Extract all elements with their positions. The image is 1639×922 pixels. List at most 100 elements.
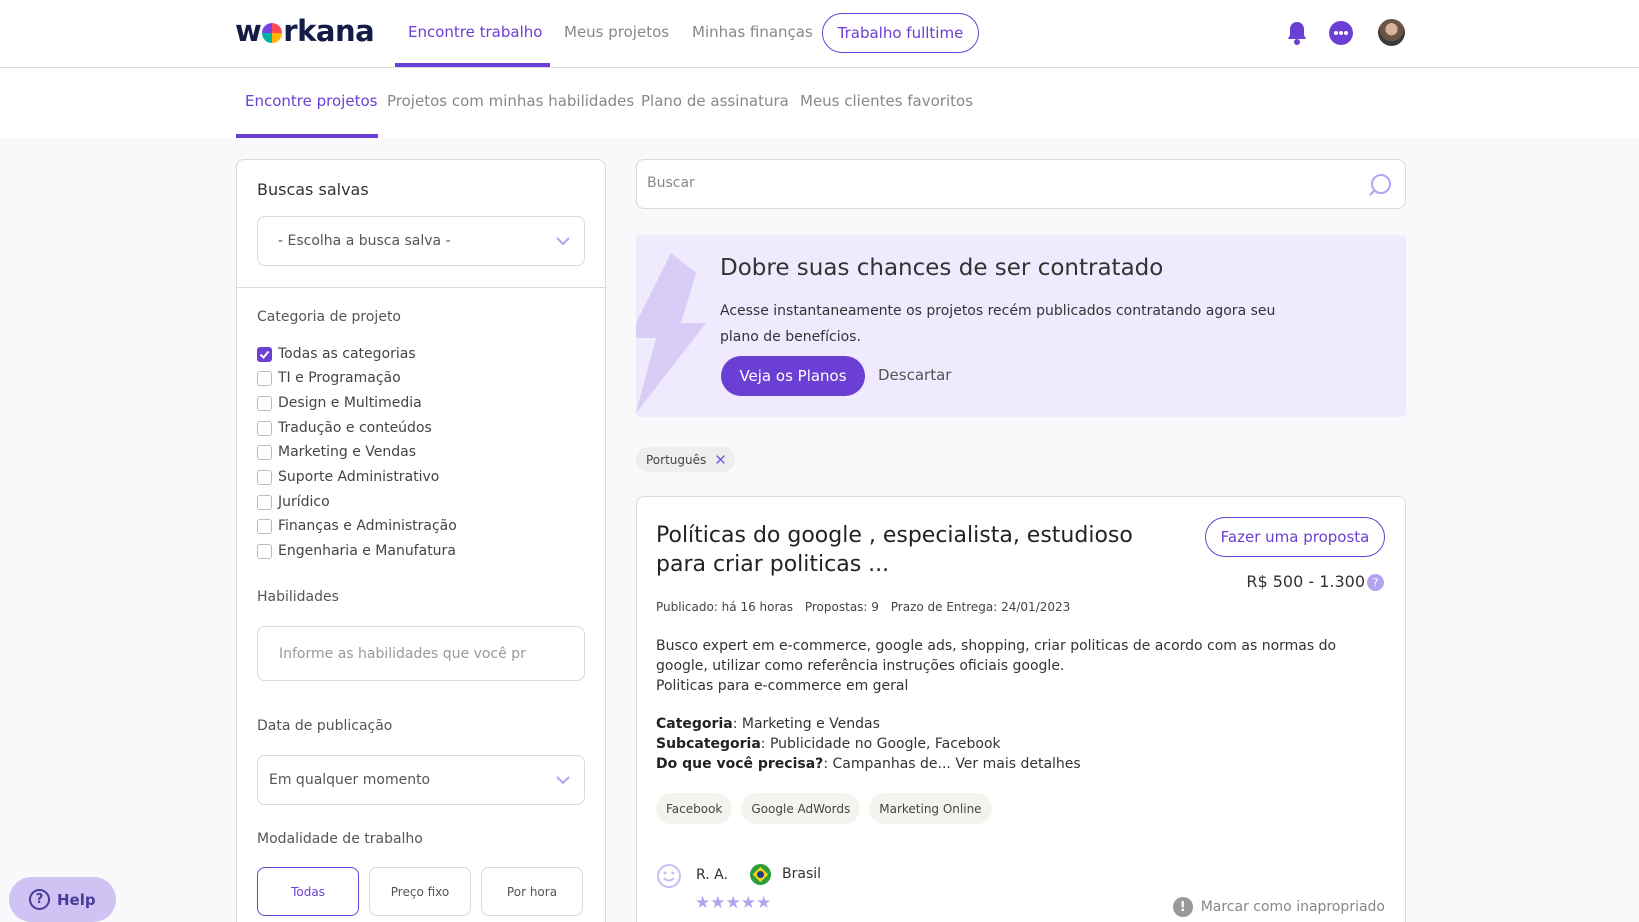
see-plans-button[interactable]: Veja os Planos: [721, 356, 865, 396]
project-price: R$ 500 - 1.300: [1246, 572, 1365, 591]
client-country: Brasil: [782, 866, 822, 882]
smiley-icon: [656, 863, 682, 893]
project-meta: Publicado: há 16 horas Propostas: 9 Praz…: [656, 600, 1078, 614]
category-label-text: Jurídico: [278, 494, 330, 510]
help-button[interactable]: ? Help: [9, 877, 116, 922]
mode-hourly-button[interactable]: Por hora: [481, 867, 583, 916]
saved-search-value: - Escolha a busca salva -: [278, 233, 451, 249]
published-time: Publicado: há 16 horas: [656, 600, 794, 614]
checkbox-icon[interactable]: [257, 420, 272, 436]
skills-input[interactable]: Informe as habilidades que você pr: [257, 626, 585, 681]
delivery-deadline: Prazo de Entrega: 24/01/2023: [890, 600, 1071, 614]
bell-icon[interactable]: [1285, 20, 1309, 50]
search-placeholder: Buscar: [647, 175, 695, 191]
chevron-down-icon: [554, 771, 572, 793]
checkbox-icon[interactable]: [257, 444, 272, 460]
category-checkbox-it[interactable]: TI e Programação: [257, 370, 401, 386]
checkbox-icon[interactable]: [257, 543, 272, 559]
category-label: Categoria de projeto: [257, 309, 401, 325]
category-label-text: Todas as categorias: [278, 346, 416, 362]
question-icon: ?: [29, 889, 50, 910]
need-key: Do que você precisa?: [656, 756, 824, 772]
checkbox-icon[interactable]: [257, 518, 272, 534]
sub-navbar: Encontre projetos Projetos com minhas ha…: [0, 68, 1639, 138]
skill-tag[interactable]: Marketing Online: [869, 793, 992, 824]
rating-stars: ★★★★★: [695, 893, 772, 913]
user-avatar[interactable]: [1378, 19, 1405, 46]
exclamation-icon: !: [1172, 897, 1193, 917]
checkbox-icon[interactable]: [257, 370, 272, 386]
nav-my-finances[interactable]: Minhas finanças: [692, 23, 813, 41]
sidebar-divider: [237, 287, 605, 288]
category-checkbox-design[interactable]: Design e Multimedia: [257, 395, 422, 411]
language-filter-tag: Português ✕: [636, 447, 735, 472]
category-label-text: Design e Multimedia: [278, 395, 422, 411]
tab-subscription-plan[interactable]: Plano de assinatura: [641, 92, 789, 110]
saved-searches-title: Buscas salvas: [257, 180, 369, 199]
checkbox-icon[interactable]: [257, 469, 272, 485]
nav-my-projects[interactable]: Meus projetos: [564, 23, 669, 41]
saved-search-select[interactable]: - Escolha a busca salva -: [257, 216, 585, 266]
category-label-text: Suporte Administrativo: [278, 469, 440, 485]
category-label-text: Engenharia e Manufatura: [278, 543, 456, 559]
search-input[interactable]: Buscar: [636, 159, 1406, 209]
make-proposal-button[interactable]: Fazer uma proposta: [1205, 517, 1385, 557]
chat-icon[interactable]: [1328, 20, 1354, 50]
description-line: Busco expert em e-commerce, google ads, …: [656, 638, 1337, 654]
mode-all-button[interactable]: Todas: [257, 867, 359, 916]
tab-projects-my-skills[interactable]: Projetos com minhas habilidades: [387, 92, 634, 110]
skills-list: Facebook Google AdWords Marketing Online: [656, 793, 992, 824]
search-icon[interactable]: [1367, 172, 1393, 202]
subcategory-key: Subcategoria: [656, 736, 761, 752]
category-checkbox-marketing[interactable]: Marketing e Vendas: [257, 444, 416, 460]
publish-date-select[interactable]: Em qualquer momento: [257, 755, 585, 805]
tab-favorite-clients[interactable]: Meus clientes favoritos: [800, 92, 973, 110]
project-description: Busco expert em e-commerce, google ads, …: [656, 636, 1376, 696]
work-mode-label: Modalidade de trabalho: [257, 831, 423, 847]
category-label-text: Marketing e Vendas: [278, 444, 417, 460]
need-value[interactable]: Campanhas de... Ver mais detalhes: [832, 756, 1080, 772]
checkbox-icon[interactable]: [257, 494, 272, 510]
client-name[interactable]: R. A.: [696, 867, 728, 883]
publish-date-label: Data de publicação: [257, 718, 393, 734]
promo-banner: Dobre suas chances de ser contratado Ace…: [636, 235, 1406, 417]
project-title[interactable]: Políticas do google , especialista, estu…: [656, 521, 1166, 579]
chevron-down-icon: [554, 232, 572, 254]
category-checkbox-admin-support[interactable]: Suporte Administrativo: [257, 469, 439, 485]
category-checkbox-engineering[interactable]: Engenharia e Manufatura: [257, 543, 456, 559]
publish-date-value: Em qualquer momento: [269, 772, 431, 788]
category-key: Categoria: [656, 716, 733, 732]
checkbox-icon[interactable]: [257, 395, 272, 411]
skills-label: Habilidades: [257, 589, 339, 605]
help-label: Help: [57, 890, 96, 909]
workana-logo[interactable]: w rkana: [235, 14, 375, 48]
project-details: Categoria: Marketing e Vendas Subcategor…: [656, 716, 1081, 772]
tab-find-projects[interactable]: Encontre projetos: [245, 92, 377, 110]
report-inappropriate-link[interactable]: ! Marcar como inapropriado: [1172, 897, 1385, 917]
skill-tag[interactable]: Google AdWords: [741, 793, 861, 824]
discard-button[interactable]: Descartar: [878, 366, 951, 384]
nav-active-underline: [395, 63, 550, 67]
filter-tag-label: Português: [646, 452, 707, 467]
brazil-flag-icon: [750, 864, 771, 885]
checkbox-checked-icon[interactable]: [257, 346, 272, 362]
close-icon[interactable]: ✕: [714, 451, 727, 469]
mode-fixed-price-button[interactable]: Preço fixo: [369, 867, 471, 916]
top-navbar: w rkana Encontre trabalho Meus projetos M…: [0, 0, 1639, 68]
category-label-text: Tradução e conteúdos: [278, 420, 432, 436]
price-help-icon[interactable]: ?: [1367, 574, 1384, 591]
description-line: google, utilizar como referência instruç…: [656, 658, 1065, 674]
category-checkbox-translation[interactable]: Tradução e conteúdos: [257, 420, 432, 436]
category-label-text: Finanças e Administração: [278, 518, 457, 534]
category-checkbox-finance[interactable]: Finanças e Administração: [257, 518, 457, 534]
skills-placeholder: Informe as habilidades que você pr: [279, 645, 526, 662]
nav-find-work[interactable]: Encontre trabalho: [408, 23, 542, 41]
fulltime-button[interactable]: Trabalho fulltime: [822, 13, 979, 53]
category-value: Marketing e Vendas: [741, 716, 880, 732]
filters-sidebar: Buscas salvas - Escolha a busca salva - …: [236, 159, 606, 922]
category-checkbox-legal[interactable]: Jurídico: [257, 494, 330, 510]
skill-tag[interactable]: Facebook: [656, 793, 733, 824]
description-line: Politicas para e-commerce em geral: [656, 678, 909, 694]
category-checkbox-all[interactable]: Todas as categorias: [257, 346, 416, 362]
subnav-active-underline: [236, 134, 378, 138]
